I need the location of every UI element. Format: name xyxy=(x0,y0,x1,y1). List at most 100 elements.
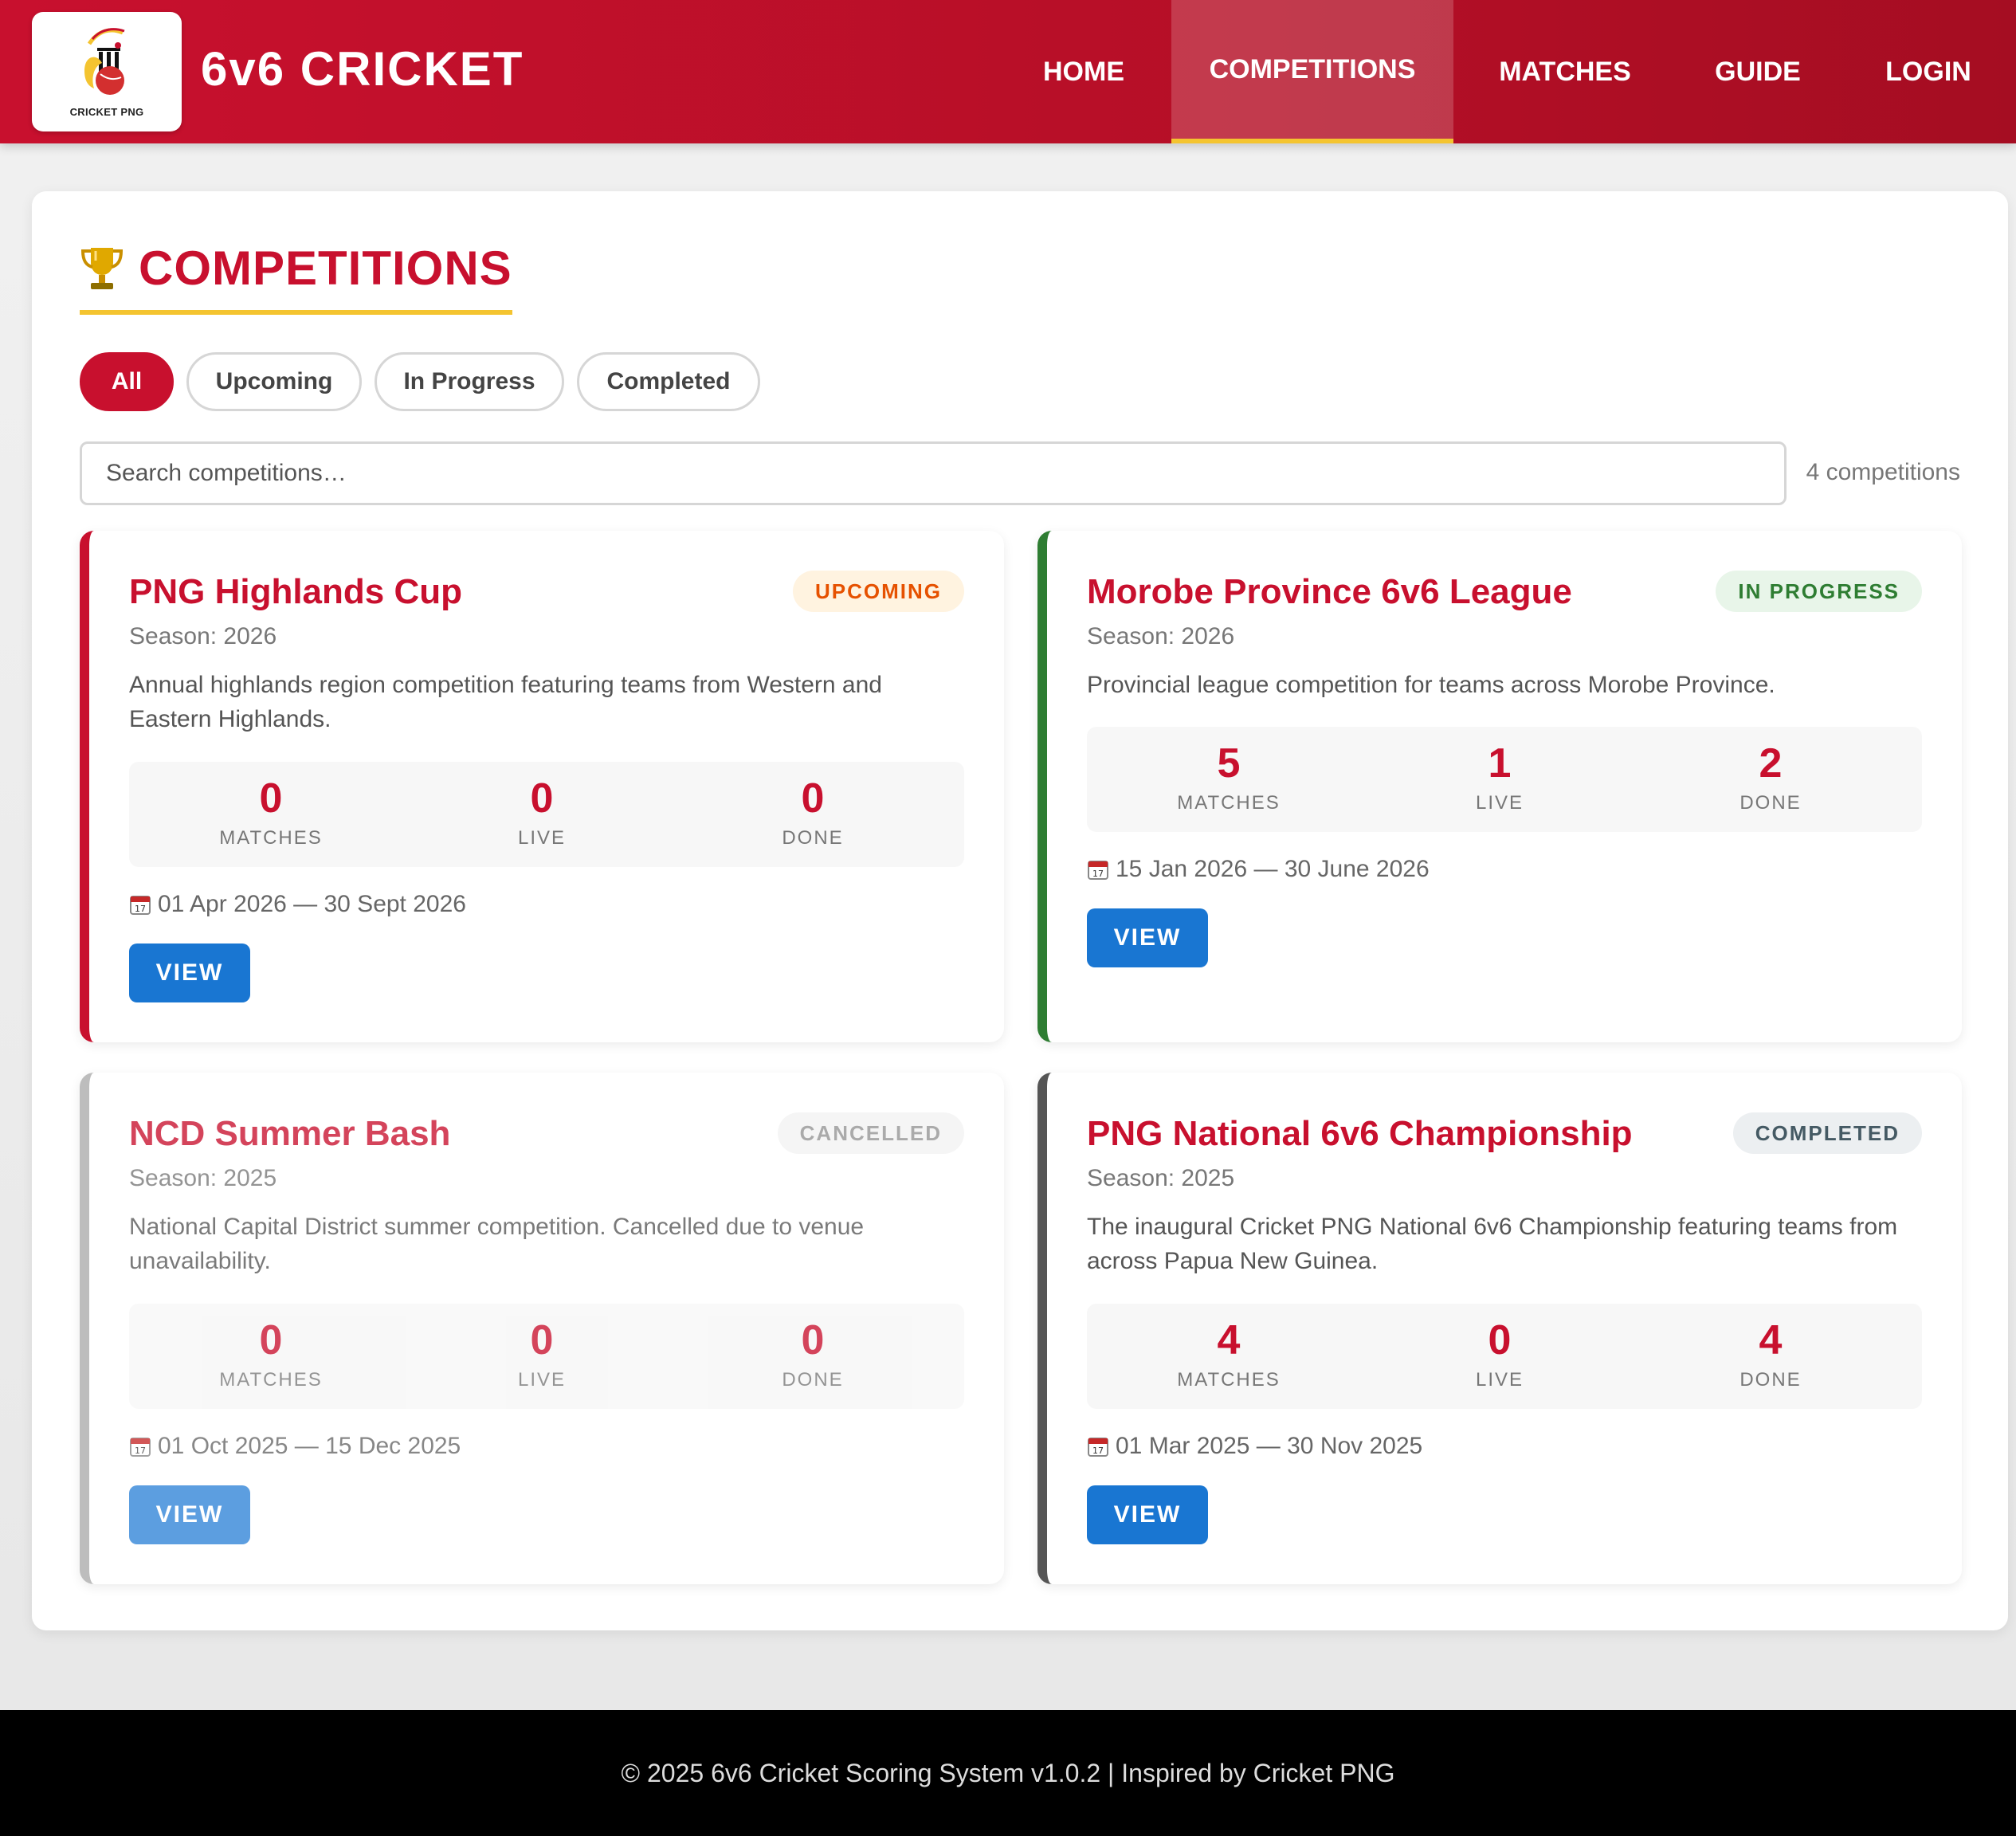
stat-done-label: DONE xyxy=(1739,792,1802,814)
stat-live: 0 LIVE xyxy=(422,776,661,849)
cricket-png-logo[interactable]: CRICKET PNG xyxy=(32,12,182,131)
svg-text:17: 17 xyxy=(1092,869,1104,879)
nav-matches[interactable]: MATCHES xyxy=(1477,0,1653,143)
stat-live-value: 0 xyxy=(530,775,554,822)
stat-matches-value: 0 xyxy=(259,775,283,822)
stat-done: 4 DONE xyxy=(1651,1318,1890,1391)
stat-live-label: LIVE xyxy=(1475,792,1524,814)
stat-done-value: 0 xyxy=(801,775,825,822)
season-label: Season: 2026 xyxy=(129,623,277,649)
filter-in-progress[interactable]: In Progress xyxy=(375,352,564,411)
stat-live: 0 LIVE xyxy=(422,1318,661,1391)
logo-caption: CRICKET PNG xyxy=(69,106,144,118)
filter-upcoming[interactable]: Upcoming xyxy=(186,352,362,411)
top-navbar: CRICKET PNG 6v6 CRICKET HOME COMPETITION… xyxy=(0,0,2016,143)
stat-done-label: DONE xyxy=(782,1369,844,1391)
competition-description: Annual highlands region competition feat… xyxy=(129,672,882,732)
stat-live-value: 0 xyxy=(1488,1317,1512,1363)
stats-box: 0 MATCHES 0 LIVE 0 DONE xyxy=(129,762,964,867)
stat-done: 0 DONE xyxy=(693,1318,932,1391)
stat-live-label: LIVE xyxy=(517,827,567,849)
competition-card[interactable]: PNG Highlands Cup UPCOMING Season: 2026 … xyxy=(80,531,1004,1042)
competition-card[interactable]: NCD Summer Bash CANCELLED Season: 2025 N… xyxy=(80,1073,1004,1584)
filter-completed[interactable]: Completed xyxy=(577,352,760,411)
nav-home[interactable]: HOME xyxy=(1012,0,1155,143)
stat-done-value: 0 xyxy=(801,1317,825,1363)
competition-title[interactable]: PNG National 6v6 Championship xyxy=(1087,1114,1633,1154)
season-label: Season: 2025 xyxy=(1087,1165,1235,1191)
svg-text:17: 17 xyxy=(1092,1446,1104,1456)
competition-title[interactable]: Morobe Province 6v6 League xyxy=(1087,572,1572,612)
view-button[interactable]: VIEW xyxy=(129,1485,250,1544)
footer-text: © 2025 6v6 Cricket Scoring System v1.0.2… xyxy=(621,1759,1395,1787)
calendar-icon: 17 xyxy=(130,1438,151,1457)
stat-matches-value: 5 xyxy=(1217,740,1241,787)
page-title: COMPETITIONS xyxy=(80,241,512,315)
competition-description: National Capital District summer competi… xyxy=(129,1214,865,1274)
stat-matches-label: MATCHES xyxy=(1177,792,1281,814)
nav-competitions[interactable]: COMPETITIONS xyxy=(1171,0,1453,143)
status-badge: CANCELLED xyxy=(777,1112,964,1154)
stat-done: 2 DONE xyxy=(1651,741,1890,814)
stat-live: 1 LIVE xyxy=(1380,741,1619,814)
stat-done-label: DONE xyxy=(1739,1369,1802,1391)
page-title-text: COMPETITIONS xyxy=(139,241,512,295)
stats-box: 5 MATCHES 1 LIVE 2 DONE xyxy=(1087,727,1922,832)
competition-title[interactable]: NCD Summer Bash xyxy=(129,1114,450,1154)
date-range-text: 01 Mar 2025 — 30 Nov 2025 xyxy=(1116,1433,1423,1459)
stat-live-value: 0 xyxy=(530,1317,554,1363)
competition-title[interactable]: PNG Highlands Cup xyxy=(129,572,462,612)
view-button[interactable]: VIEW xyxy=(129,944,250,1002)
nav-guide[interactable]: GUIDE xyxy=(1697,0,1818,143)
stat-matches: 0 MATCHES xyxy=(151,1318,390,1391)
stat-matches-label: MATCHES xyxy=(219,827,323,849)
stats-box: 4 MATCHES 0 LIVE 4 DONE xyxy=(1087,1304,1922,1409)
date-range: 17 15 Jan 2026 — 30 June 2026 xyxy=(1087,856,1430,883)
season-label: Season: 2025 xyxy=(129,1165,277,1191)
brand-title[interactable]: 6v6 CRICKET xyxy=(201,41,524,96)
competitions-panel: COMPETITIONS All Upcoming In Progress Co… xyxy=(32,191,2008,1630)
date-range: 17 01 Mar 2025 — 30 Nov 2025 xyxy=(1087,1433,1422,1460)
stat-done-value: 2 xyxy=(1759,740,1783,787)
competition-description: Provincial league competition for teams … xyxy=(1087,672,1775,698)
footer: © 2025 6v6 Cricket Scoring System v1.0.2… xyxy=(0,1710,2016,1836)
stat-matches-value: 0 xyxy=(259,1317,283,1363)
stat-matches-label: MATCHES xyxy=(219,1369,323,1391)
competition-card[interactable]: PNG National 6v6 Championship COMPLETED … xyxy=(1037,1073,1962,1584)
date-range-text: 01 Apr 2026 — 30 Sept 2026 xyxy=(158,891,466,917)
status-badge: COMPLETED xyxy=(1732,1112,1922,1154)
trophy-icon xyxy=(80,247,124,289)
stat-done-label: DONE xyxy=(782,827,844,849)
stat-matches-value: 4 xyxy=(1217,1317,1241,1363)
stat-matches: 4 MATCHES xyxy=(1109,1318,1348,1391)
stat-matches: 0 MATCHES xyxy=(151,776,390,849)
stat-live-label: LIVE xyxy=(1475,1369,1524,1391)
stats-box: 0 MATCHES 0 LIVE 0 DONE xyxy=(129,1304,964,1409)
date-range: 17 01 Apr 2026 — 30 Sept 2026 xyxy=(129,891,466,918)
date-range-text: 01 Oct 2025 — 15 Dec 2025 xyxy=(158,1433,461,1459)
calendar-icon: 17 xyxy=(130,896,151,915)
stat-matches-label: MATCHES xyxy=(1177,1369,1281,1391)
calendar-icon: 17 xyxy=(1088,1438,1108,1457)
stat-done-value: 4 xyxy=(1759,1317,1783,1363)
svg-text:17: 17 xyxy=(135,1446,146,1456)
view-button[interactable]: VIEW xyxy=(1087,1485,1208,1544)
stat-live-value: 1 xyxy=(1488,740,1512,787)
stat-live-label: LIVE xyxy=(517,1369,567,1391)
status-badge: IN PROGRESS xyxy=(1716,571,1922,612)
view-button[interactable]: VIEW xyxy=(1087,908,1208,967)
svg-text:17: 17 xyxy=(135,904,146,914)
status-badge: UPCOMING xyxy=(793,571,964,612)
stat-live: 0 LIVE xyxy=(1380,1318,1619,1391)
date-range: 17 01 Oct 2025 — 15 Dec 2025 xyxy=(129,1433,461,1460)
stat-done: 0 DONE xyxy=(693,776,932,849)
stat-matches: 5 MATCHES xyxy=(1109,741,1348,814)
filter-all[interactable]: All xyxy=(80,352,174,411)
calendar-icon: 17 xyxy=(1088,861,1108,880)
competition-description: The inaugural Cricket PNG National 6v6 C… xyxy=(1087,1214,1898,1274)
search-input[interactable] xyxy=(80,441,1787,505)
nav-login[interactable]: LOGIN xyxy=(1873,0,1984,143)
competition-card[interactable]: Morobe Province 6v6 League IN PROGRESS S… xyxy=(1037,531,1962,1042)
cricket-logo-icon xyxy=(84,28,125,95)
date-range-text: 15 Jan 2026 — 30 June 2026 xyxy=(1116,856,1430,882)
